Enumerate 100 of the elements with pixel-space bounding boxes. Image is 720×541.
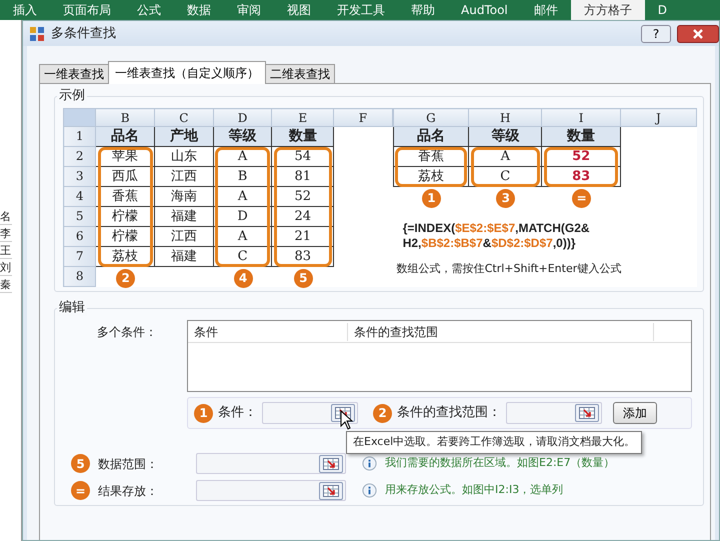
- ribbon-tab[interactable]: 邮件: [520, 0, 571, 20]
- help-button[interactable]: ?: [641, 24, 671, 42]
- tab[interactable]: 二维表查找: [265, 64, 335, 83]
- row-header: 8: [64, 266, 96, 286]
- column-header: F: [334, 108, 392, 126]
- table-cell: 柠檬: [96, 206, 154, 226]
- table-cell: A: [213, 226, 272, 246]
- table-cell: 83: [542, 166, 620, 186]
- field-label: 数据范围：: [98, 456, 159, 472]
- ribbon-tab[interactable]: 审阅: [224, 0, 274, 20]
- ribbon-tab[interactable]: 页面布局: [50, 0, 124, 20]
- tab[interactable]: 一维表查找: [39, 64, 109, 83]
- number-badge: 1: [194, 404, 213, 422]
- tooltip: 在Excel中选取。若要跨工作簿选取，请取消文档最大化。: [346, 431, 642, 454]
- close-button[interactable]: [677, 24, 719, 42]
- table-cell: 24: [272, 206, 334, 226]
- ribbon-tab[interactable]: 方方格子: [570, 0, 645, 20]
- app-icon: [29, 26, 45, 42]
- row-header: 3: [64, 166, 96, 186]
- grid-icon: [323, 484, 339, 496]
- column-header: H: [468, 108, 542, 126]
- row-header: 5: [64, 206, 96, 226]
- grid-icon: [323, 458, 339, 470]
- number-badge: =: [572, 188, 592, 208]
- sheet-cell: 李: [0, 225, 12, 242]
- table-cell: 山东: [154, 146, 214, 166]
- ribbon-tab[interactable]: 数据: [174, 0, 224, 20]
- input-field[interactable]: [196, 453, 346, 474]
- ribbon-tab[interactable]: 插入: [0, 0, 50, 20]
- formula-text: {=INDEX($E$2:$E$7,MATCH(G2& H2,$B$2:$B$7&$D$2:$D$7,0))}: [402, 221, 591, 251]
- list-label: 多个条件：: [97, 324, 158, 341]
- table-cell: 香蕉: [96, 186, 154, 206]
- info-icon: [362, 483, 377, 498]
- table-cell: 海南: [154, 186, 214, 206]
- column-header: D: [213, 108, 272, 126]
- table-cell: 荔枝: [96, 246, 154, 266]
- list-view[interactable]: 条件 条件的查找范围: [187, 320, 692, 392]
- table-cell: B: [213, 166, 272, 186]
- table-cell: 西瓜: [96, 166, 154, 186]
- row-header: 1: [64, 126, 96, 146]
- window-title: 多条件查找: [51, 24, 117, 43]
- field-label: 条件的查找范围：: [397, 404, 501, 422]
- column-header: C: [154, 108, 214, 126]
- input-field[interactable]: [196, 480, 346, 501]
- ribbon-tab[interactable]: 公式: [124, 0, 174, 20]
- field-label: 结果存放：: [98, 482, 159, 500]
- table-cell: 21: [272, 226, 334, 246]
- header-cell: 数量: [272, 126, 334, 146]
- info-icon: [362, 456, 377, 471]
- header-cell: 数量: [542, 126, 620, 146]
- list-column-header[interactable]: 条件的查找范围: [348, 322, 654, 340]
- input-field[interactable]: [506, 402, 602, 424]
- input-field[interactable]: [262, 402, 358, 424]
- table-cell: 荔枝: [393, 166, 469, 186]
- group-title: 示例: [57, 88, 87, 104]
- column-header: J: [620, 108, 696, 126]
- add-button[interactable]: 添加: [613, 402, 657, 424]
- sheet-cell: 刘: [0, 259, 12, 276]
- number-badge: 2: [373, 404, 392, 422]
- table-cell: 福建: [154, 206, 214, 226]
- table-cell: A: [213, 186, 272, 206]
- column-header: I: [542, 108, 620, 126]
- table-cell: 柠檬: [96, 226, 154, 246]
- number-badge: 3: [496, 188, 516, 208]
- table-cell: 83: [272, 246, 334, 266]
- table-cell: 52: [272, 186, 334, 206]
- ribbon-tab[interactable]: 帮助: [398, 0, 448, 20]
- tab[interactable]: 一维表查找（自定义顺序）: [108, 61, 266, 84]
- number-badge: 5: [71, 454, 90, 473]
- sheet-cell: 王: [0, 242, 12, 259]
- table-cell: 81: [272, 166, 334, 186]
- table-cell: 江西: [154, 166, 214, 186]
- number-badge: 1: [422, 188, 441, 208]
- row-header: 2: [64, 146, 96, 166]
- row-header: 6: [64, 226, 96, 246]
- group-title: 编辑: [57, 300, 87, 316]
- sheet-cell: 秦: [0, 276, 12, 293]
- ribbon-tab[interactable]: AudTool: [448, 0, 521, 20]
- column-header: G: [393, 108, 469, 126]
- ribbon-tab[interactable]: D: [644, 0, 680, 20]
- hint-text: 用来存放公式。如图中I2:I3，选单列: [385, 482, 564, 498]
- close-icon: [693, 28, 703, 38]
- table-cell: D: [213, 206, 272, 226]
- table-cell: 福建: [154, 246, 214, 266]
- header-cell: 品名: [393, 126, 469, 146]
- number-badge: 2: [116, 268, 136, 288]
- grid-icon: [579, 407, 595, 419]
- sheet-cell: 名: [0, 208, 12, 225]
- ribbon-tab[interactable]: 视图: [274, 0, 324, 20]
- header-cell: 产地: [154, 126, 214, 146]
- number-badge: 5: [294, 268, 313, 288]
- table-cell: C: [213, 246, 272, 266]
- ribbon-tab[interactable]: 开发工具: [324, 0, 398, 20]
- note-text: 数组公式，需按住Ctrl+Shift+Enter键入公式: [396, 261, 622, 277]
- row-header: 7: [64, 246, 96, 266]
- header-cell: 等级: [468, 126, 542, 146]
- column-header: E: [272, 108, 334, 126]
- list-column-header[interactable]: 条件: [188, 322, 348, 340]
- header-cell: 品名: [96, 126, 154, 146]
- row-header: 4: [64, 186, 96, 206]
